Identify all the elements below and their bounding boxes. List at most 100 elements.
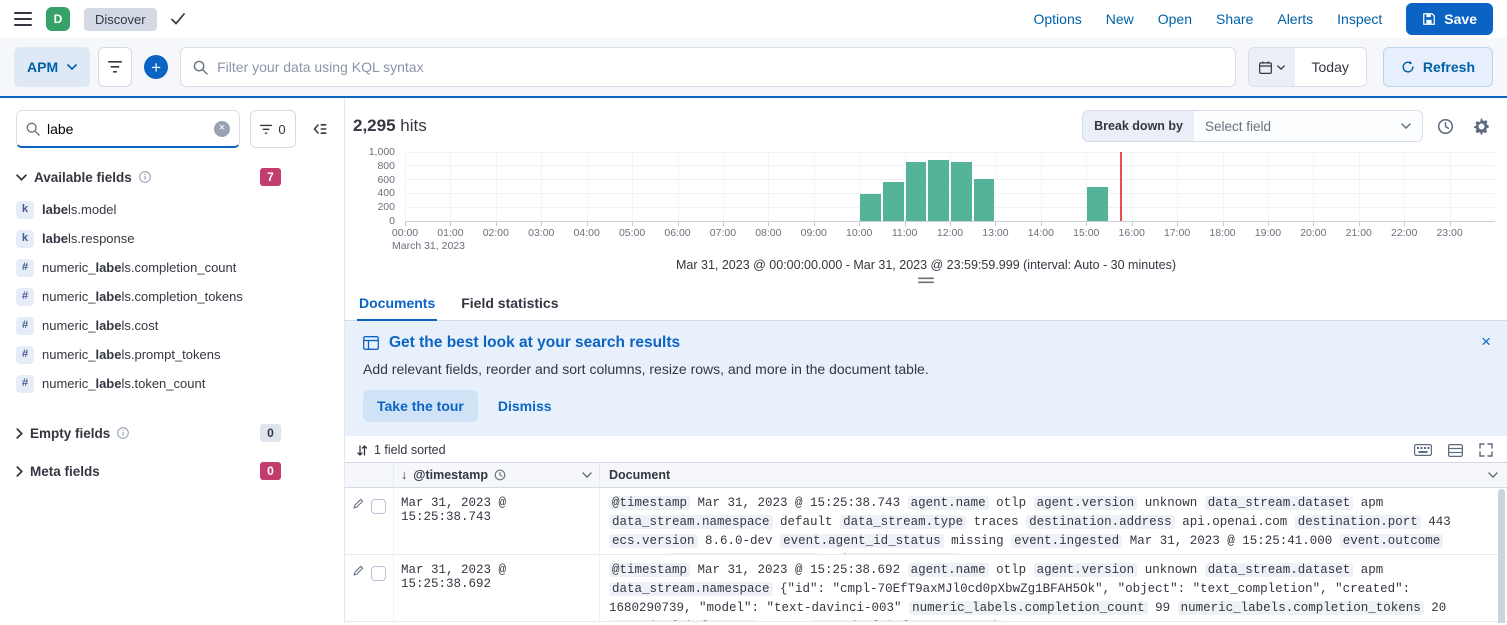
calendar-icon xyxy=(1259,61,1272,74)
clear-search-button[interactable]: × xyxy=(214,121,230,137)
expand-document-button[interactable] xyxy=(353,565,364,576)
x-tick-label: 00:00 xyxy=(392,227,418,239)
empty-fields-header[interactable]: Empty fields 0 xyxy=(0,424,344,442)
timestamp-column-label: @timestamp xyxy=(413,468,488,482)
menu-button[interactable] xyxy=(14,12,32,26)
vertical-scrollbar[interactable] xyxy=(1498,489,1505,623)
take-the-tour-button[interactable]: Take the tour xyxy=(363,390,478,422)
empty-fields-label: Empty fields xyxy=(30,426,110,441)
grid-header-document[interactable]: Document xyxy=(600,463,1507,487)
nav-link-options[interactable]: Options xyxy=(1033,11,1081,27)
grid-header-control-column xyxy=(345,463,394,487)
x-tick-label: 01:00 xyxy=(437,227,463,239)
nav-link-share[interactable]: Share xyxy=(1216,11,1253,27)
save-button[interactable]: Save xyxy=(1406,3,1493,35)
breadcrumb[interactable]: Discover xyxy=(84,8,157,31)
document-cell: @timestamp Mar 31, 2023 @ 15:25:38.743 a… xyxy=(600,488,1507,554)
x-gridline xyxy=(1450,152,1451,221)
histogram-bar[interactable] xyxy=(951,162,972,221)
x-tick-mark xyxy=(814,222,815,226)
refresh-button[interactable]: Refresh xyxy=(1383,47,1493,87)
tab-documents[interactable]: Documents xyxy=(357,286,437,320)
doc-field-value: traces xyxy=(974,515,1019,529)
x-gridline xyxy=(1132,152,1133,221)
nav-link-inspect[interactable]: Inspect xyxy=(1337,11,1382,27)
tab-field-statistics[interactable]: Field statistics xyxy=(459,286,560,320)
field-type-filter-button[interactable]: 0 xyxy=(250,110,296,148)
x-gridline xyxy=(1177,152,1178,221)
info-icon xyxy=(117,427,129,439)
column-menu-chevron[interactable] xyxy=(582,472,592,478)
x-tick-label: 16:00 xyxy=(1119,227,1145,239)
chevron-down-icon xyxy=(67,64,77,70)
field-name: numeric_labels.prompt_tokens xyxy=(42,347,220,362)
x-gridline xyxy=(405,152,406,221)
dismiss-button[interactable]: Dismiss xyxy=(498,398,552,414)
field-item[interactable]: #numeric_labels.completion_count xyxy=(0,253,344,282)
histogram-bar[interactable] xyxy=(974,179,995,221)
row-controls xyxy=(345,488,394,554)
meta-fields-header[interactable]: Meta fields 0 xyxy=(0,462,344,480)
chart-options-button[interactable] xyxy=(1467,112,1495,140)
callout-title: Get the best look at your search results xyxy=(389,334,680,352)
doc-table-body: Mar 31, 2023 @ 15:25:38.743@timestamp Ma… xyxy=(345,488,1507,622)
collapse-sidebar-button[interactable] xyxy=(312,122,328,136)
available-fields-header[interactable]: Available fields 7 xyxy=(0,168,344,186)
breakdown-select[interactable]: Select field xyxy=(1194,111,1422,141)
keyboard-shortcuts-button[interactable] xyxy=(1414,444,1432,456)
date-picker-menu-button[interactable] xyxy=(1249,48,1295,86)
x-tick-mark xyxy=(450,222,451,226)
x-tick-label: 11:00 xyxy=(892,227,918,239)
row-checkbox[interactable] xyxy=(371,499,386,514)
x-gridline xyxy=(496,152,497,221)
sorted-fields-button[interactable]: 1 field sorted xyxy=(357,443,446,457)
field-name: numeric_labels.completion_count xyxy=(42,260,236,275)
clock-icon xyxy=(1437,118,1454,135)
data-view-label: APM xyxy=(27,59,58,75)
gear-icon xyxy=(1473,118,1490,135)
field-item[interactable]: #numeric_labels.token_count xyxy=(0,369,344,398)
field-search-box[interactable]: × xyxy=(16,110,240,148)
add-filter-button[interactable]: + xyxy=(144,55,168,79)
row-controls xyxy=(345,555,394,621)
histogram-bar[interactable] xyxy=(883,182,904,221)
kql-search-input[interactable] xyxy=(217,59,1222,75)
hits-label: hits xyxy=(400,116,426,135)
data-view-picker[interactable]: APM xyxy=(14,47,90,87)
nav-link-new[interactable]: New xyxy=(1106,11,1134,27)
saved-query-menu-button[interactable] xyxy=(98,47,132,87)
histogram-bar[interactable] xyxy=(928,160,949,221)
histogram-bar[interactable] xyxy=(1087,187,1108,222)
time-range-caption: Mar 31, 2023 @ 00:00:00.000 - Mar 31, 20… xyxy=(345,258,1507,272)
field-search-input[interactable] xyxy=(47,121,207,137)
field-item[interactable]: klabels.response xyxy=(0,224,344,253)
number-field-icon: # xyxy=(16,317,34,335)
fullscreen-button[interactable] xyxy=(1479,443,1493,457)
x-gridline xyxy=(1359,152,1360,221)
expand-document-button[interactable] xyxy=(353,498,364,509)
field-item[interactable]: #numeric_labels.completion_tokens xyxy=(0,282,344,311)
chart-history-button[interactable] xyxy=(1431,112,1459,140)
nav-link-alerts[interactable]: Alerts xyxy=(1277,11,1313,27)
histogram-bar[interactable] xyxy=(906,162,927,221)
x-gridline xyxy=(1223,152,1224,221)
grid-header-timestamp[interactable]: ↓ @timestamp xyxy=(394,463,600,487)
space-avatar[interactable]: D xyxy=(46,7,70,31)
histogram-bar[interactable] xyxy=(860,194,881,221)
chart-resize-handle[interactable] xyxy=(345,277,1507,284)
callout-close-button[interactable]: × xyxy=(1477,329,1495,354)
display-options-button[interactable] xyxy=(1448,444,1463,457)
x-gridline xyxy=(723,152,724,221)
breakdown-label: Break down by xyxy=(1083,111,1194,141)
field-item[interactable]: #numeric_labels.cost xyxy=(0,311,344,340)
kql-search-box[interactable] xyxy=(180,47,1235,87)
date-range-button[interactable]: Today xyxy=(1295,48,1366,86)
field-item[interactable]: #numeric_labels.prompt_tokens xyxy=(0,340,344,369)
nav-link-open[interactable]: Open xyxy=(1158,11,1192,27)
x-tick-mark xyxy=(905,222,906,226)
fields-sidebar: × 0 Available fields 7 klabels.modelklab… xyxy=(0,98,345,623)
doc-field-value: default xyxy=(780,515,833,529)
column-menu-chevron[interactable] xyxy=(1488,472,1498,478)
field-item[interactable]: klabels.model xyxy=(0,195,344,224)
row-checkbox[interactable] xyxy=(371,566,386,581)
